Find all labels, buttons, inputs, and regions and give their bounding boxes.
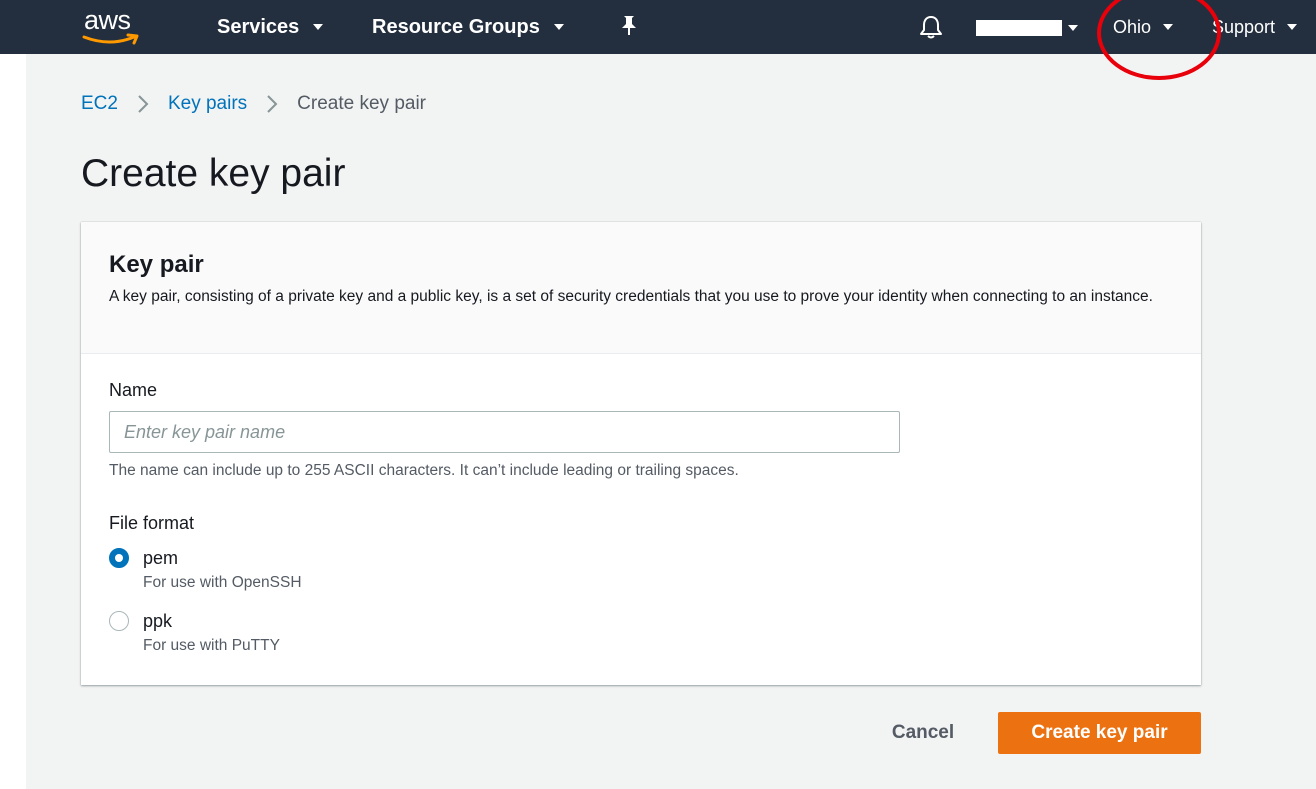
- card-title: Key pair: [109, 251, 204, 278]
- pin-icon[interactable]: [619, 14, 639, 38]
- top-navigation-bar: aws Services Resource Groups Ohio Suppor…: [0, 0, 1316, 54]
- region-label: Ohio: [1113, 16, 1152, 37]
- chevron-down-icon: [1163, 24, 1174, 30]
- breadcrumb: EC2 Key pairs Create key pair: [81, 92, 426, 116]
- chevron-right-icon: [128, 92, 158, 116]
- services-label: Services: [217, 15, 300, 38]
- ppk-option-label[interactable]: ppk: [143, 611, 172, 632]
- resource-groups-label: Resource Groups: [372, 15, 540, 38]
- services-menu[interactable]: Services: [217, 0, 324, 54]
- bell-icon[interactable]: [918, 14, 944, 40]
- key-pair-name-input[interactable]: [109, 411, 900, 453]
- aws-smile-icon: [82, 33, 139, 45]
- page-title: Create key pair: [81, 152, 346, 195]
- chevron-down-icon: [1287, 24, 1298, 30]
- support-label: Support: [1212, 16, 1276, 37]
- ppk-option-description: For use with PuTTY: [143, 637, 280, 654]
- pem-option-label[interactable]: pem: [143, 548, 178, 569]
- name-constraint-text: The name can include up to 255 ASCII cha…: [109, 462, 739, 479]
- support-menu[interactable]: Support: [1212, 0, 1298, 54]
- chevron-down-icon: [313, 24, 324, 30]
- file-format-label: File format: [109, 513, 195, 533]
- cancel-button[interactable]: Cancel: [878, 713, 968, 753]
- region-selector[interactable]: Ohio: [1113, 0, 1174, 54]
- breadcrumb-ec2[interactable]: EC2: [81, 93, 118, 115]
- card-description: A key pair, consisting of a private key …: [109, 288, 1153, 305]
- redacted-account-name: [976, 20, 1062, 36]
- aws-logo-text: aws: [84, 5, 131, 35]
- key-pair-form-card: Key pair A key pair, consisting of a pri…: [81, 222, 1201, 685]
- breadcrumb-key-pairs[interactable]: Key pairs: [168, 93, 247, 115]
- create-key-pair-button[interactable]: Create key pair: [998, 712, 1201, 754]
- aws-logo[interactable]: aws: [82, 4, 144, 46]
- account-menu[interactable]: [976, 20, 1078, 36]
- ppk-radio[interactable]: [109, 611, 129, 631]
- name-label: Name: [109, 380, 158, 400]
- chevron-down-icon: [1068, 25, 1078, 31]
- breadcrumb-current: Create key pair: [297, 93, 427, 114]
- pem-option-description: For use with OpenSSH: [143, 574, 302, 591]
- chevron-down-icon: [553, 24, 564, 30]
- resource-groups-menu[interactable]: Resource Groups: [372, 0, 564, 54]
- chevron-right-icon: [257, 92, 287, 116]
- pem-radio[interactable]: [109, 548, 129, 568]
- card-header: Key pair A key pair, consisting of a pri…: [81, 222, 1201, 354]
